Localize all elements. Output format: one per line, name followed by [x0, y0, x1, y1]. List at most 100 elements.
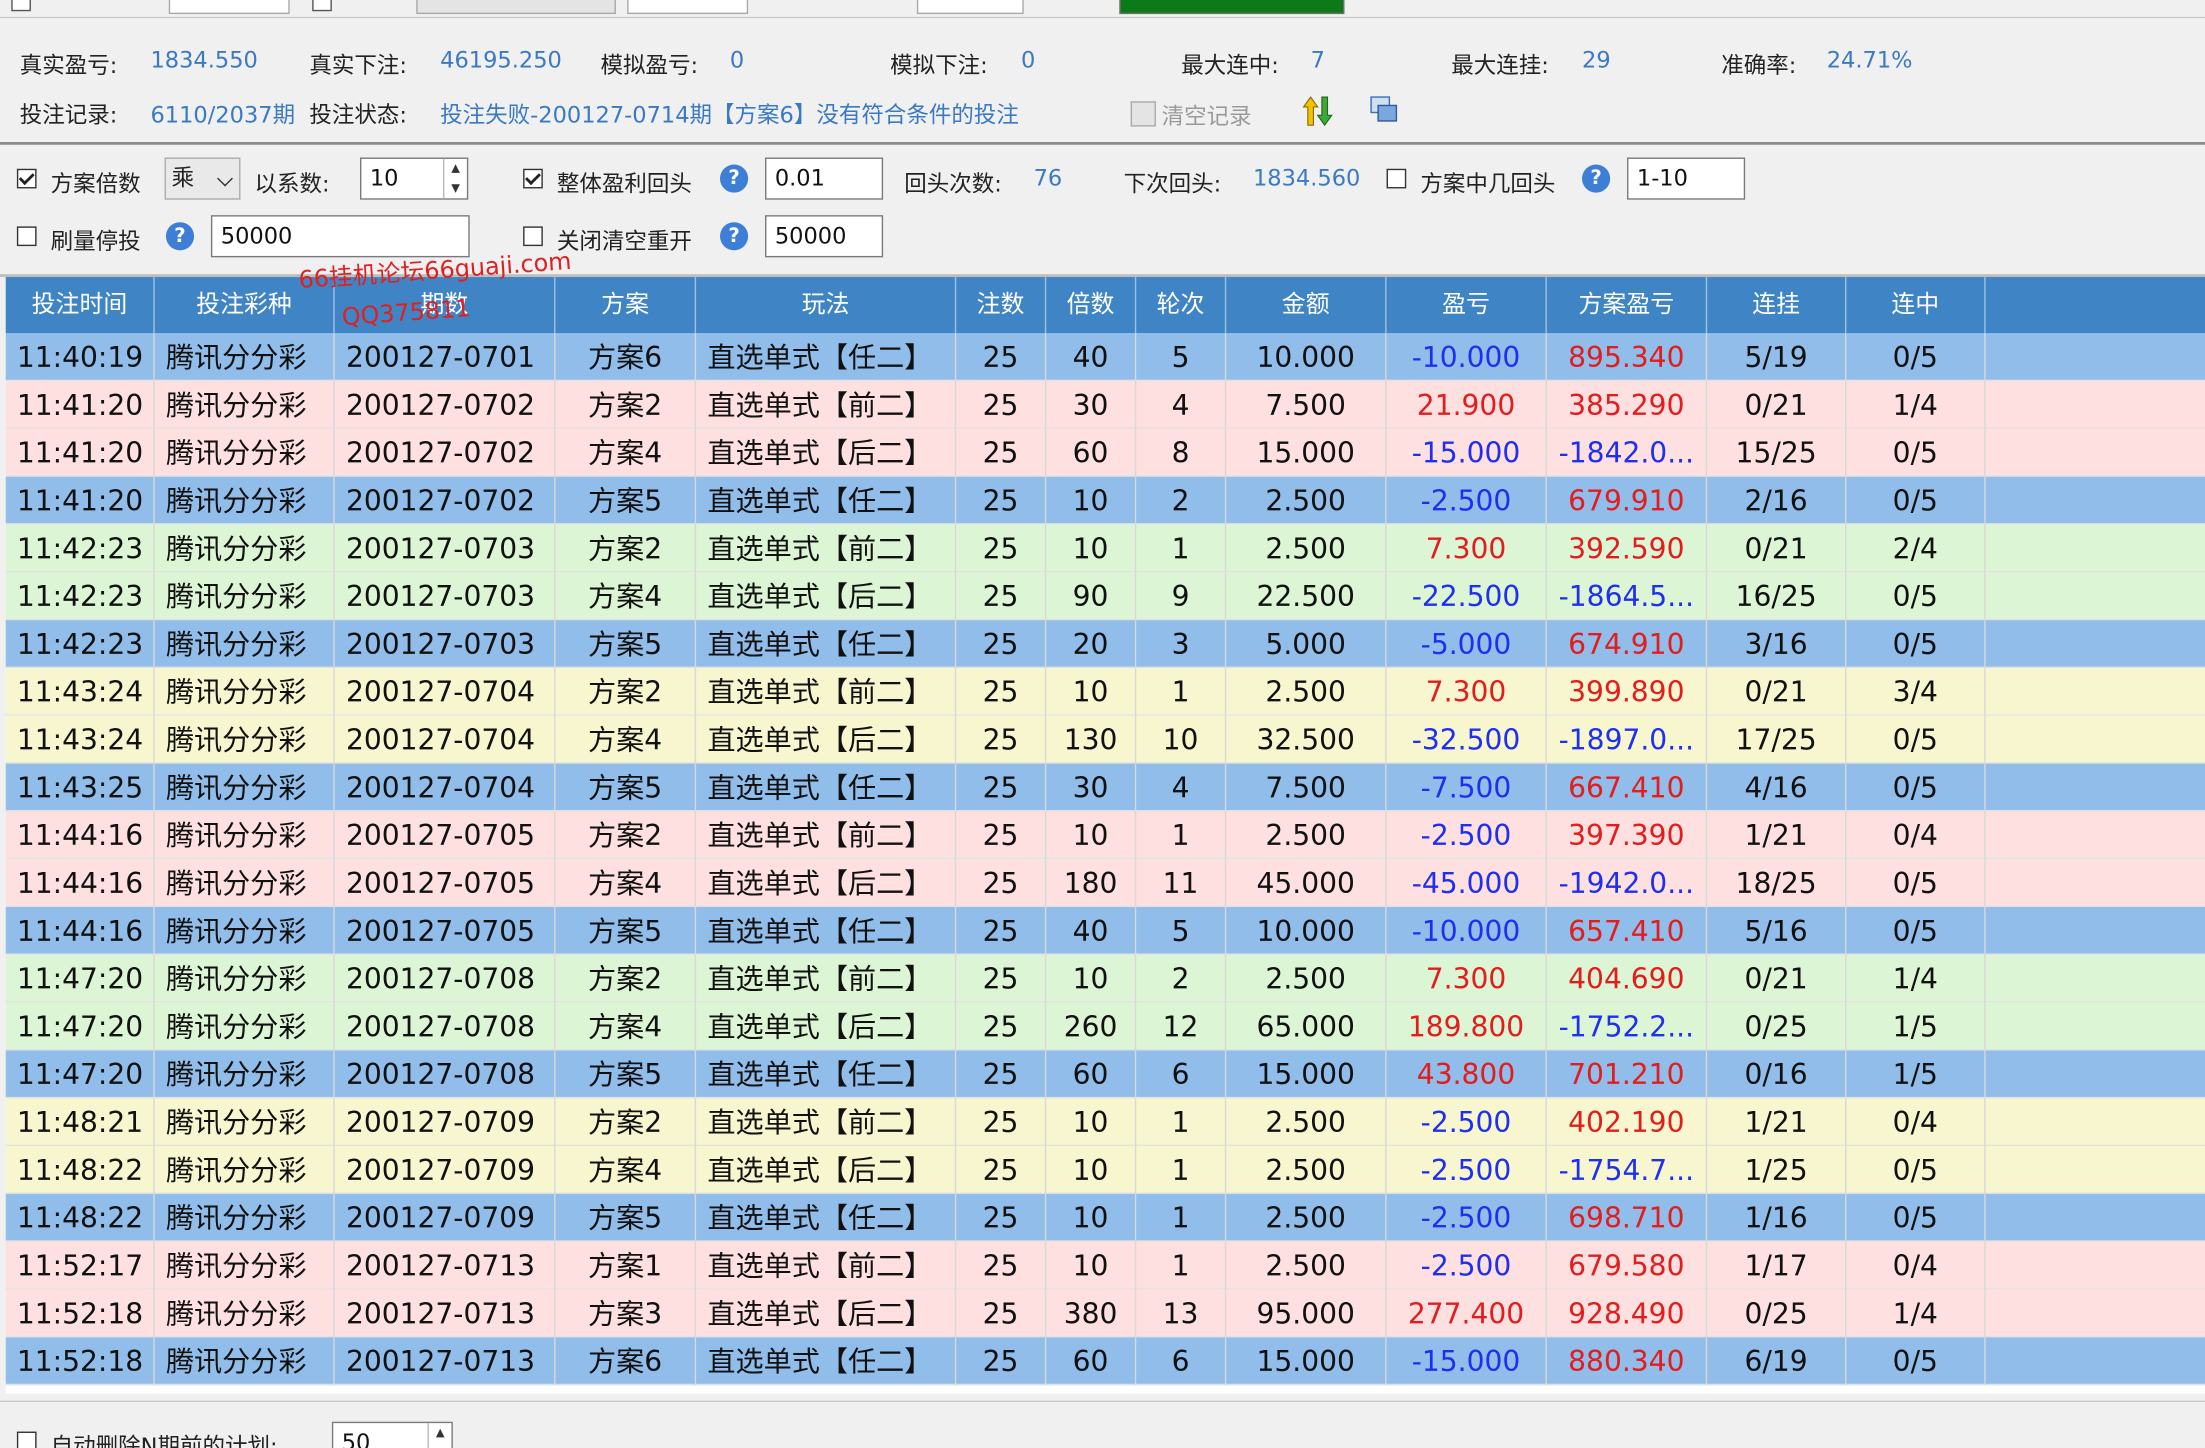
period-cell: 200127-0708 [335, 1050, 556, 1099]
round-cell: 12 [1136, 1002, 1227, 1051]
column-header[interactable]: 注数 [956, 277, 1047, 334]
table-row[interactable]: 11:47:20 腾讯分分彩 200127-0708 方案4 直选单式【后二】 25 260… [5, 1002, 2205, 1051]
auto-delete-value: 50 [341, 1428, 371, 1448]
top-checkbox[interactable] [11, 0, 31, 12]
time-cell: 11:47:20 [6, 1050, 155, 1099]
table-row[interactable]: 11:41:20 腾讯分分彩 200127-0702 方案4 直选单式【后二】 25 60 8… [5, 428, 2205, 477]
plan-profit-cell: -1752.2... [1547, 1002, 1708, 1051]
table-row[interactable]: 11:52:18 腾讯分分彩 200127-0713 方案6 直选单式【任二】 25 60 6… [5, 1337, 2205, 1386]
table-row[interactable]: 11:41:20 腾讯分分彩 200127-0702 方案2 直选单式【前二】 25 30 4… [5, 381, 2205, 429]
time-cell: 11:43:25 [6, 763, 155, 812]
top-field-3[interactable] [627, 0, 749, 15]
mult-cell: 60 [1046, 1337, 1137, 1386]
column-header[interactable]: 盈亏 [1387, 277, 1547, 334]
table-row[interactable]: 11:48:22 腾讯分分彩 200127-0709 方案4 直选单式【后二】 25 10 1… [5, 1146, 2205, 1194]
table-row[interactable]: 11:42:23 腾讯分分彩 200127-0703 方案4 直选单式【后二】 25 90 9… [5, 572, 2205, 621]
column-header[interactable]: 金额 [1226, 277, 1387, 334]
amount-cell: 15.000 [1226, 1050, 1387, 1099]
mult-cell: 60 [1046, 428, 1137, 477]
table-row[interactable]: 11:43:24 腾讯分分彩 200127-0704 方案4 直选单式【后二】 25 130… [5, 715, 2205, 764]
overall-profit-value: 0.01 [774, 164, 825, 192]
table-row[interactable]: 11:48:22 腾讯分分彩 200127-0709 方案5 直选单式【任二】 25 10 1… [5, 1193, 2205, 1242]
help-icon[interactable]: ? [720, 164, 749, 193]
auto-delete-stepper[interactable]: 50 ▲▼ [331, 1421, 453, 1448]
profit-cell: -10.000 [1387, 907, 1547, 955]
overall-profit-label: 整体盈利回头 [556, 170, 692, 197]
help-icon[interactable]: ? [165, 222, 195, 251]
amount-cell: 7.500 [1226, 763, 1387, 812]
close-clear-field[interactable]: 50000 [765, 215, 884, 258]
coefficient-spin[interactable]: ▲ ▼ [442, 158, 467, 199]
plan-return-field[interactable]: 1-10 [1627, 157, 1746, 200]
column-header[interactable]: 轮次 [1136, 277, 1227, 334]
amount-cell: 2.500 [1226, 1098, 1387, 1147]
table-row[interactable]: 11:44:16 腾讯分分彩 200127-0705 方案4 直选单式【后二】 25 180… [5, 859, 2205, 908]
sort-arrows-icon[interactable] [1302, 94, 1333, 128]
spin-up-icon[interactable]: ▲ [444, 159, 467, 179]
column-header[interactable]: 方案 [555, 277, 697, 334]
spin-up-icon[interactable]: ▲ [429, 1423, 452, 1443]
mult-cell: 260 [1046, 1002, 1137, 1051]
plan-return-checkbox[interactable] [1386, 168, 1407, 189]
overall-profit-field[interactable]: 0.01 [765, 157, 884, 200]
plan-profit-cell: -1754.7... [1547, 1146, 1708, 1194]
top-field-2[interactable] [416, 0, 616, 15]
table-row[interactable]: 11:42:23 腾讯分分彩 200127-0703 方案5 直选单式【任二】 25 20 3… [5, 620, 2205, 668]
top-checkbox-2[interactable] [312, 0, 332, 12]
top-field-4[interactable] [916, 0, 1024, 15]
column-header[interactable]: 连中 [1846, 277, 1986, 334]
plan-multiplier-checkbox[interactable] [16, 168, 37, 189]
clear-records-button[interactable]: 清空记录 [1130, 97, 1252, 131]
auto-delete-checkbox[interactable] [16, 1431, 37, 1448]
plan-profit-cell: 679.910 [1547, 476, 1708, 525]
win-streak-cell: 0/5 [1846, 620, 1986, 668]
period-cell: 200127-0705 [335, 859, 556, 908]
column-header[interactable]: 倍数 [1046, 277, 1137, 334]
spin-down-icon[interactable]: ▼ [444, 179, 467, 199]
operator-select[interactable]: 乘 [164, 157, 241, 200]
coefficient-stepper[interactable]: 10 ▲ ▼ [360, 157, 469, 200]
lottery-cell: 腾讯分分彩 [155, 907, 335, 955]
loss-streak-cell: 17/25 [1707, 715, 1847, 764]
bet-records-grid[interactable]: 投注时间 投注彩种 期数 方案 玩法 注数 倍数 轮次 金额 盈亏 方案盈亏 连挂 连中 11:40:1… [5, 277, 2205, 1394]
loss-streak-cell: 3/16 [1707, 620, 1847, 668]
play-cell: 直选单式【任二】 [696, 763, 957, 812]
real-bet-label: 真实下注: [309, 52, 407, 79]
plan-profit-cell: 404.690 [1547, 954, 1708, 1003]
lottery-cell: 腾讯分分彩 [155, 763, 335, 812]
amount-cell: 2.500 [1226, 1193, 1387, 1242]
table-row[interactable]: 11:44:16 腾讯分分彩 200127-0705 方案2 直选单式【前二】 25 10 1… [5, 811, 2205, 860]
spin-down-icon[interactable]: ▼ [429, 1443, 452, 1448]
help-icon[interactable]: ? [1582, 164, 1611, 193]
table-row[interactable]: 11:47:20 腾讯分分彩 200127-0708 方案5 直选单式【任二】 25 60 6… [5, 1050, 2205, 1099]
overall-profit-checkbox[interactable] [523, 168, 543, 189]
column-header[interactable]: 方案盈亏 [1547, 277, 1708, 334]
win-streak-cell: 1/4 [1846, 954, 1986, 1003]
volume-stop-checkbox[interactable] [16, 226, 37, 247]
table-row[interactable]: 11:52:18 腾讯分分彩 200127-0713 方案3 直选单式【后二】 25 380… [5, 1289, 2205, 1338]
count-cell: 25 [956, 667, 1047, 716]
column-header[interactable]: 连挂 [1707, 277, 1847, 334]
window-icon[interactable] [1370, 96, 1398, 124]
lottery-cell: 腾讯分分彩 [155, 524, 335, 573]
table-row[interactable]: 11:40:19 腾讯分分彩 200127-0701 方案6 直选单式【任二】 25 40 5… [5, 333, 2205, 382]
table-row[interactable]: 11:47:20 腾讯分分彩 200127-0708 方案2 直选单式【前二】 25 10 2… [5, 954, 2205, 1003]
period-cell: 200127-0703 [335, 524, 556, 573]
table-row[interactable]: 11:43:24 腾讯分分彩 200127-0704 方案2 直选单式【前二】 25 10 1… [5, 667, 2205, 716]
win-streak-cell: 1/4 [1846, 1289, 1986, 1338]
auto-delete-spin[interactable]: ▲▼ [427, 1423, 452, 1448]
table-row[interactable]: 11:52:17 腾讯分分彩 200127-0713 方案1 直选单式【前二】 25 10 1… [5, 1241, 2205, 1290]
period-cell: 200127-0713 [335, 1289, 556, 1338]
help-icon[interactable]: ? [720, 222, 749, 251]
top-field-1[interactable] [168, 0, 290, 15]
table-row[interactable]: 11:44:16 腾讯分分彩 200127-0705 方案5 直选单式【任二】 25 40 5… [5, 907, 2205, 955]
table-row[interactable]: 11:43:25 腾讯分分彩 200127-0704 方案5 直选单式【任二】 25 30 4… [5, 763, 2205, 812]
table-row[interactable]: 11:48:21 腾讯分分彩 200127-0709 方案2 直选单式【前二】 25 10 1… [5, 1098, 2205, 1147]
count-cell: 25 [956, 620, 1047, 668]
loss-streak-cell: 0/21 [1707, 954, 1847, 1003]
table-row[interactable]: 11:41:20 腾讯分分彩 200127-0702 方案5 直选单式【任二】 25 10 2… [5, 476, 2205, 525]
table-row[interactable]: 11:42:23 腾讯分分彩 200127-0703 方案2 直选单式【前二】 25 10 1… [5, 524, 2205, 573]
amount-cell: 2.500 [1226, 1146, 1387, 1194]
column-header[interactable]: 投注时间 [6, 277, 155, 334]
column-header[interactable]: 玩法 [696, 277, 957, 334]
